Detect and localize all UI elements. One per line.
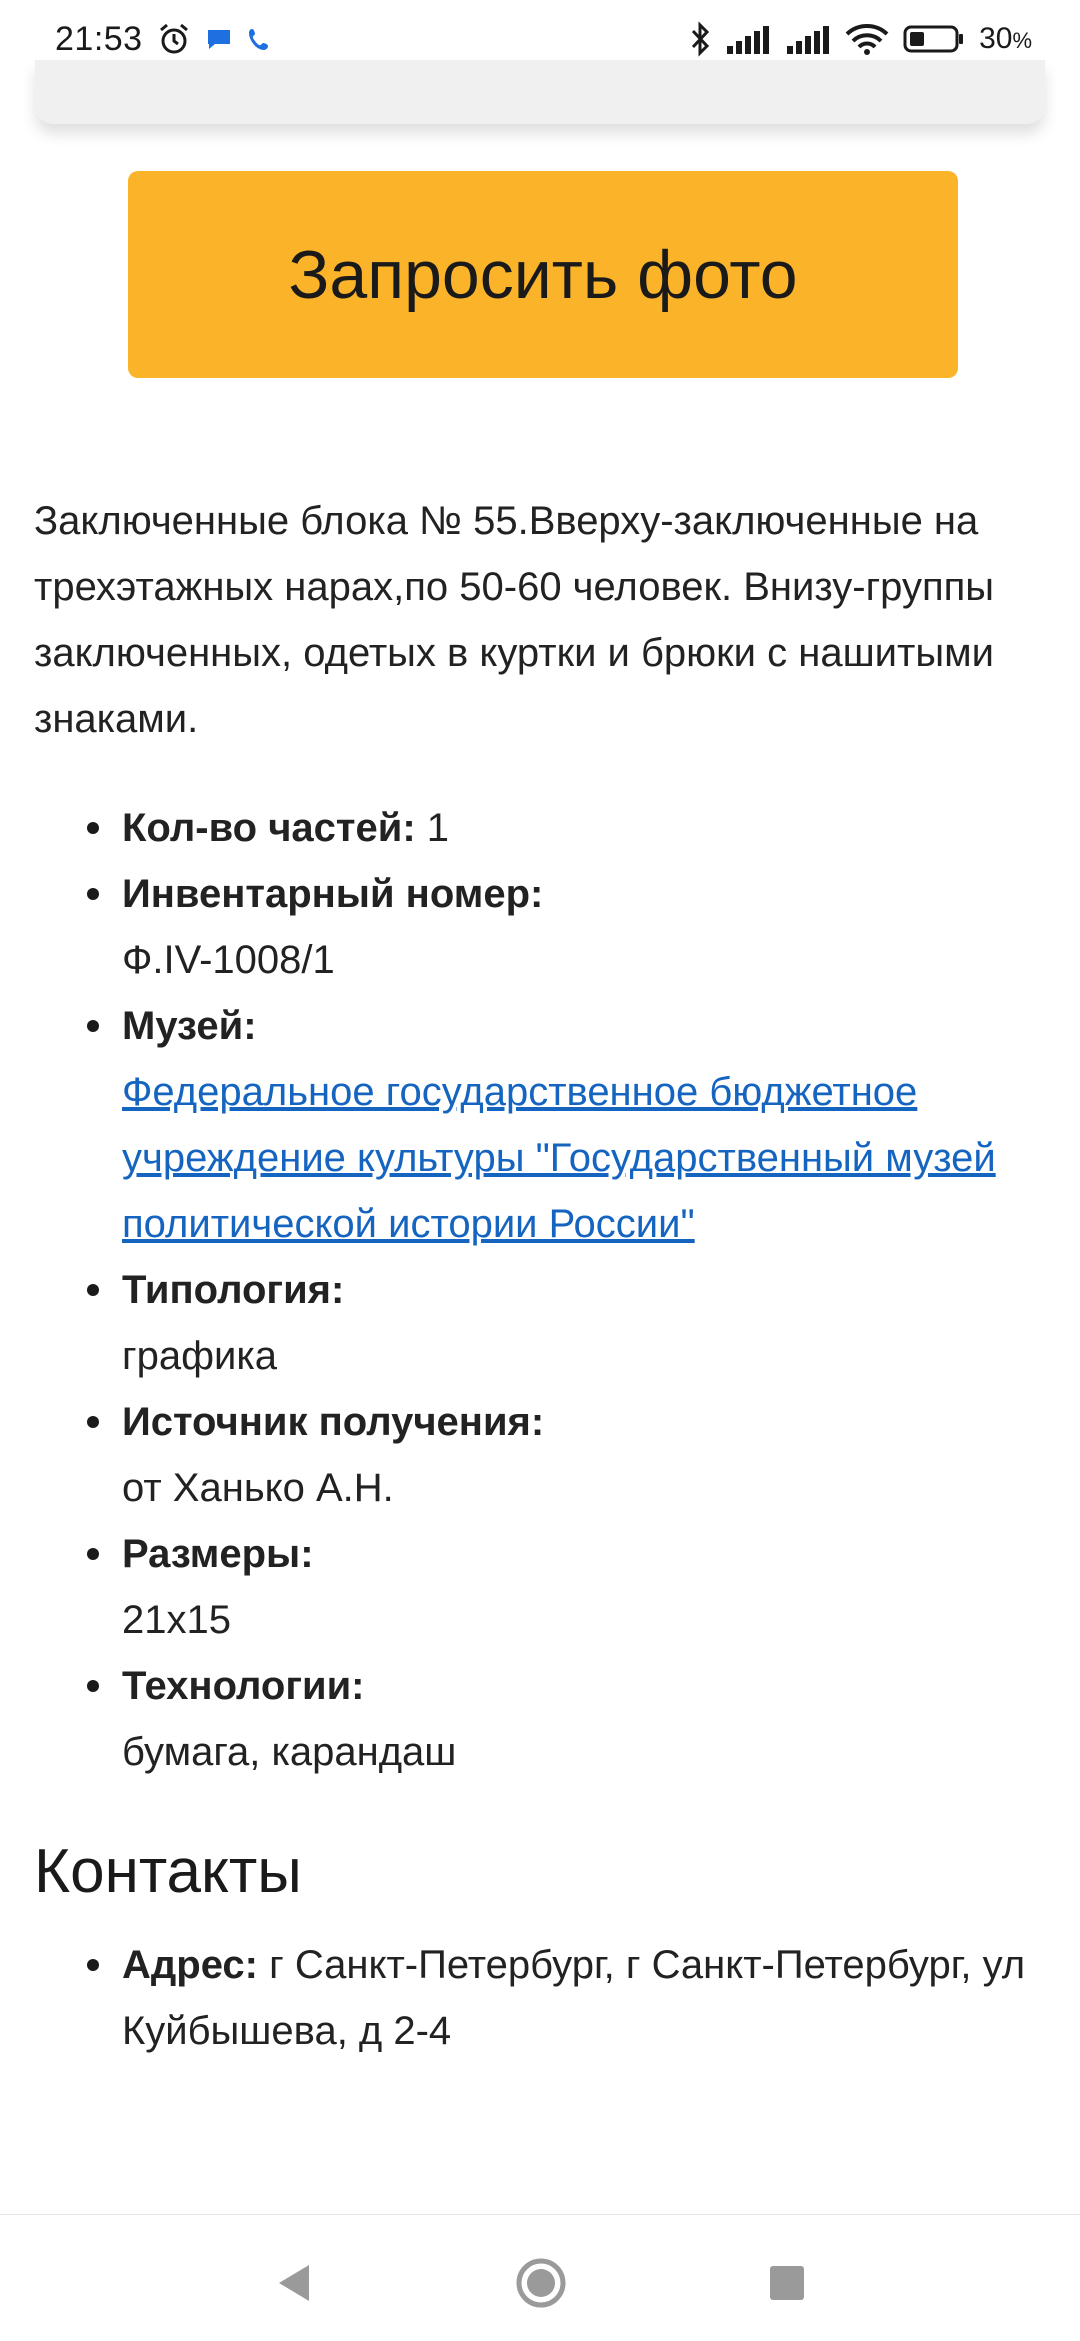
property-value: 1 xyxy=(426,806,450,850)
property-source: Источник получения: от Ханько А.Н. xyxy=(34,1389,1044,1521)
property-inventory-number: Инвентарный номер: Ф.IV-1008/1 xyxy=(34,861,1044,993)
message-icon xyxy=(205,26,233,52)
property-label: Источник получения: xyxy=(122,1400,545,1444)
property-value: 21x15 xyxy=(122,1598,231,1642)
contact-address: Адрес: г Санкт-Петербург, г Санкт-Петерб… xyxy=(34,1932,1044,2064)
battery-icon xyxy=(903,24,965,54)
wifi-icon xyxy=(845,23,889,55)
address-label: Адрес: xyxy=(122,1943,258,1987)
property-value: Ф.IV-1008/1 xyxy=(122,938,335,982)
phone-icon xyxy=(247,26,271,52)
property-parts-count: Кол-во частей: 1 xyxy=(34,795,1044,861)
contacts-list: Адрес: г Санкт-Петербург, г Санкт-Петерб… xyxy=(34,1932,1044,2064)
back-icon[interactable] xyxy=(263,2253,323,2313)
address-value: г Санкт-Петербург, г Санкт-Петербург, ул… xyxy=(122,1943,1026,2053)
alarm-icon xyxy=(157,22,191,56)
property-dimensions: Размеры: 21x15 xyxy=(34,1521,1044,1653)
property-technologies: Технологии: бумага, карандаш xyxy=(34,1653,1044,1785)
museum-link[interactable]: Федеральное государственное бюджетное уч… xyxy=(122,1070,996,1246)
property-label: Размеры: xyxy=(122,1532,314,1576)
property-label: Музей: xyxy=(122,1004,257,1048)
home-icon[interactable] xyxy=(511,2253,571,2313)
recents-icon[interactable] xyxy=(757,2253,817,2313)
bluetooth-icon xyxy=(689,21,711,57)
property-label: Типология: xyxy=(122,1268,345,1312)
property-value: бумага, карандаш xyxy=(122,1730,457,1774)
property-museum: Музей: Федеральное государственное бюдже… xyxy=(34,993,1044,1257)
battery-level: 30% xyxy=(979,22,1032,55)
signal-icon xyxy=(725,24,771,54)
property-label: Кол-во частей: xyxy=(122,806,416,850)
status-time: 21:53 xyxy=(55,19,143,58)
property-label: Инвентарный номер: xyxy=(122,872,544,916)
property-value: графика xyxy=(122,1334,277,1378)
property-typology: Типология: графика xyxy=(34,1257,1044,1389)
request-photo-button[interactable]: Запросить фото xyxy=(128,171,958,378)
properties-list: Кол-во частей: 1 Инвентарный номер: Ф.IV… xyxy=(34,795,1044,1785)
property-value: от Ханько А.Н. xyxy=(122,1466,394,1510)
object-description: Заключенные блока № 55.Вверху-заключенны… xyxy=(34,499,995,741)
property-label: Технологии: xyxy=(122,1664,365,1708)
signal-icon xyxy=(785,24,831,54)
image-card xyxy=(35,60,1045,124)
contacts-heading: Контакты xyxy=(34,1837,302,1906)
system-nav-bar xyxy=(0,2214,1080,2341)
